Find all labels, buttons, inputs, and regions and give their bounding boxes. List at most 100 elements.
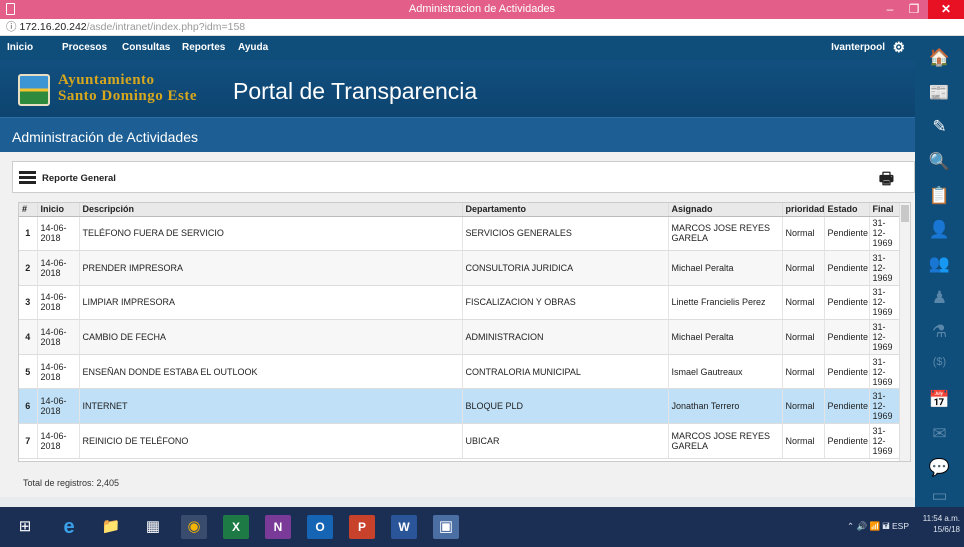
cell-final: 31-12-1969 — [869, 319, 902, 355]
users-icon[interactable]: 👥 — [915, 254, 964, 274]
calendar-icon[interactable]: 📅 — [915, 390, 964, 410]
table-scrollbar[interactable] — [899, 203, 910, 461]
menu-item-inicio[interactable]: Inicio — [7, 42, 33, 53]
col-header-departamento[interactable]: Departamento — [462, 203, 669, 217]
cell-num: 3 — [19, 285, 38, 321]
col-header-descripcion[interactable]: Descripción — [79, 203, 463, 217]
minimize-button[interactable]: – — [878, 0, 902, 19]
col-header-asignado[interactable]: Asignado — [668, 203, 783, 217]
window-title: Administracion de Actividades — [408, 3, 556, 15]
cell-asignado: MARCOS JOSE REYES GARELA — [668, 216, 783, 252]
window-icon[interactable]: ▭ — [915, 486, 964, 506]
cell-final: 31-12-1969 — [869, 388, 902, 425]
word-icon[interactable]: W — [391, 515, 417, 539]
table-row[interactable]: 1 14-06-2018 TELÉFONO FUERA DE SERVICIO … — [19, 216, 902, 252]
cell-descripcion: LIMPIAR IMPRESORA — [79, 285, 463, 321]
chat-icon[interactable]: 💬 — [915, 458, 964, 478]
cell-prioridad: Normal — [782, 250, 825, 286]
right-icon-bar: 🏠 📰 ✎ 🔍 📋 👤 👥 ♟ ⚗ ($) 📅 ✉ 💬 ▭ — [915, 36, 964, 507]
table-row[interactable]: 7 14-06-2018 REINICIO DE TELÉFONO UBICAR… — [19, 423, 902, 459]
cell-asignado: MARCOS JOSE REYES GARELA — [668, 423, 783, 459]
cell-final: 31-12-1969 — [869, 354, 902, 390]
powerpoint-icon[interactable]: P — [349, 515, 375, 539]
onenote-icon[interactable]: N — [265, 515, 291, 539]
close-button[interactable]: ✕ — [928, 0, 964, 19]
cell-asignado: Linette Francielis Perez — [668, 285, 783, 321]
edit-icon[interactable]: ✎ — [915, 117, 964, 137]
table-row[interactable]: 4 14-06-2018 CAMBIO DE FECHA ADMINISTRAC… — [19, 319, 902, 355]
org-name-line2: Santo Domingo Este — [58, 88, 198, 104]
cell-prioridad: Normal — [782, 423, 825, 459]
cell-estado: Pendiente — [824, 423, 870, 459]
cell-prioridad: Normal — [782, 388, 825, 425]
cell-final: 31-12-1969 — [869, 423, 902, 459]
activities-table-container: # Inicio Descripción Departamento Asigna… — [18, 202, 911, 462]
cell-estado: Pendiente — [824, 319, 870, 355]
taskbar: ⊞ e 📁 ▦ ◉ X N O P W ▣ ⌃ 🔊 📶 🖬 ESP 11:54 … — [0, 507, 964, 547]
scrollbar-thumb[interactable] — [901, 205, 909, 222]
table-row[interactable]: 2 14-06-2018 PRENDER IMPRESORA CONSULTOR… — [19, 250, 902, 286]
cell-descripcion: ENSEÑAN DONDE ESTABA EL OUTLOOK — [79, 354, 463, 390]
cell-estado: Pendiente — [824, 388, 870, 425]
top-menu: Inicio Procesos Consultas Reportes Ayuda… — [0, 36, 915, 60]
excel-icon[interactable]: X — [223, 515, 249, 539]
file-explorer-icon[interactable]: 📁 — [98, 515, 124, 539]
table-row-selected[interactable]: 6 14-06-2018 INTERNET BLOQUE PLD Jonatha… — [19, 388, 902, 425]
site-banner: Ayuntamiento Santo Domingo Este Portal d… — [0, 60, 915, 117]
table-row[interactable]: 3 14-06-2018 LIMPIAR IMPRESORA FISCALIZA… — [19, 285, 902, 321]
cell-departamento: CONSULTORIA JURIDICA — [462, 250, 669, 286]
tools-icon[interactable]: ⚗ — [915, 322, 964, 342]
home-icon[interactable]: 🏠 — [915, 48, 964, 68]
cell-departamento: BLOQUE PLD — [462, 388, 669, 425]
table-row[interactable]: 5 14-06-2018 ENSEÑAN DONDE ESTABA EL OUT… — [19, 354, 902, 390]
window-titlebar: Administracion de Actividades – ❐ ✕ — [0, 0, 964, 19]
clock[interactable]: 11:54 a.m. 15/6/18 — [923, 513, 960, 535]
maximize-button[interactable]: ❐ — [902, 0, 926, 19]
cell-inicio: 14-06-2018 — [37, 423, 80, 459]
col-header-estado[interactable]: Estado — [824, 203, 870, 217]
col-header-final[interactable]: Final — [869, 203, 902, 217]
hamburger-menu-icon[interactable] — [19, 171, 36, 184]
cell-num: 5 — [19, 354, 38, 390]
city-seal-logo — [18, 74, 50, 106]
print-icon[interactable]: 🖶 — [879, 168, 894, 195]
report-title: Reporte General — [42, 173, 116, 184]
chrome-icon[interactable]: ◉ — [181, 515, 207, 539]
money-icon[interactable]: ($) — [915, 356, 964, 368]
gear-icon[interactable]: ⚙ — [892, 39, 905, 56]
cell-descripcion: CAMBIO DE FECHA — [79, 319, 463, 355]
page-title: Administración de Actividades — [0, 117, 915, 152]
clipboard-icon[interactable]: 📋 — [915, 186, 964, 206]
address-bar[interactable]: ⓘ 172.16.20.242/asde/intranet/index.php?i… — [0, 19, 964, 36]
cell-inicio: 14-06-2018 — [37, 319, 80, 355]
app-icon[interactable]: ▣ — [433, 515, 459, 539]
start-button-icon[interactable]: ⊞ — [12, 515, 38, 539]
outlook-icon[interactable]: O — [307, 515, 333, 539]
menu-item-reportes[interactable]: Reportes — [182, 42, 225, 53]
cell-departamento: CONTRALORIA MUNICIPAL — [462, 354, 669, 390]
cell-final: 31-12-1969 — [869, 216, 902, 252]
cell-num: 7 — [19, 423, 38, 459]
menu-item-consultas[interactable]: Consultas — [122, 42, 170, 53]
cell-final: 31-12-1969 — [869, 250, 902, 286]
cell-final: 31-12-1969 — [869, 285, 902, 321]
cell-departamento: FISCALIZACION Y OBRAS — [462, 285, 669, 321]
col-header-prioridad[interactable]: prioridad — [782, 203, 825, 217]
news-icon[interactable]: 📰 — [915, 83, 964, 103]
user-menu[interactable]: Ivanterpool — [831, 42, 885, 53]
clock-time: 11:54 a.m. — [922, 514, 960, 523]
person-icon[interactable]: ♟ — [915, 288, 964, 308]
store-icon[interactable]: ▦ — [140, 515, 166, 539]
menu-item-ayuda[interactable]: Ayuda — [238, 42, 268, 53]
edge-icon[interactable]: e — [56, 515, 82, 539]
col-header-num[interactable]: # — [19, 203, 38, 217]
mail-icon[interactable]: ✉ — [915, 424, 964, 444]
report-toolbar: Reporte General 🖶 — [12, 161, 915, 193]
col-header-inicio[interactable]: Inicio — [37, 203, 80, 217]
system-tray[interactable]: ⌃ 🔊 📶 🖬 ESP — [847, 521, 909, 535]
menu-item-procesos[interactable]: Procesos — [62, 42, 107, 53]
cell-inicio: 14-06-2018 — [37, 354, 80, 390]
search-icon[interactable]: 🔍 — [915, 152, 964, 172]
info-icon[interactable]: ⓘ — [6, 21, 17, 33]
add-user-icon[interactable]: 👤 — [915, 220, 964, 240]
